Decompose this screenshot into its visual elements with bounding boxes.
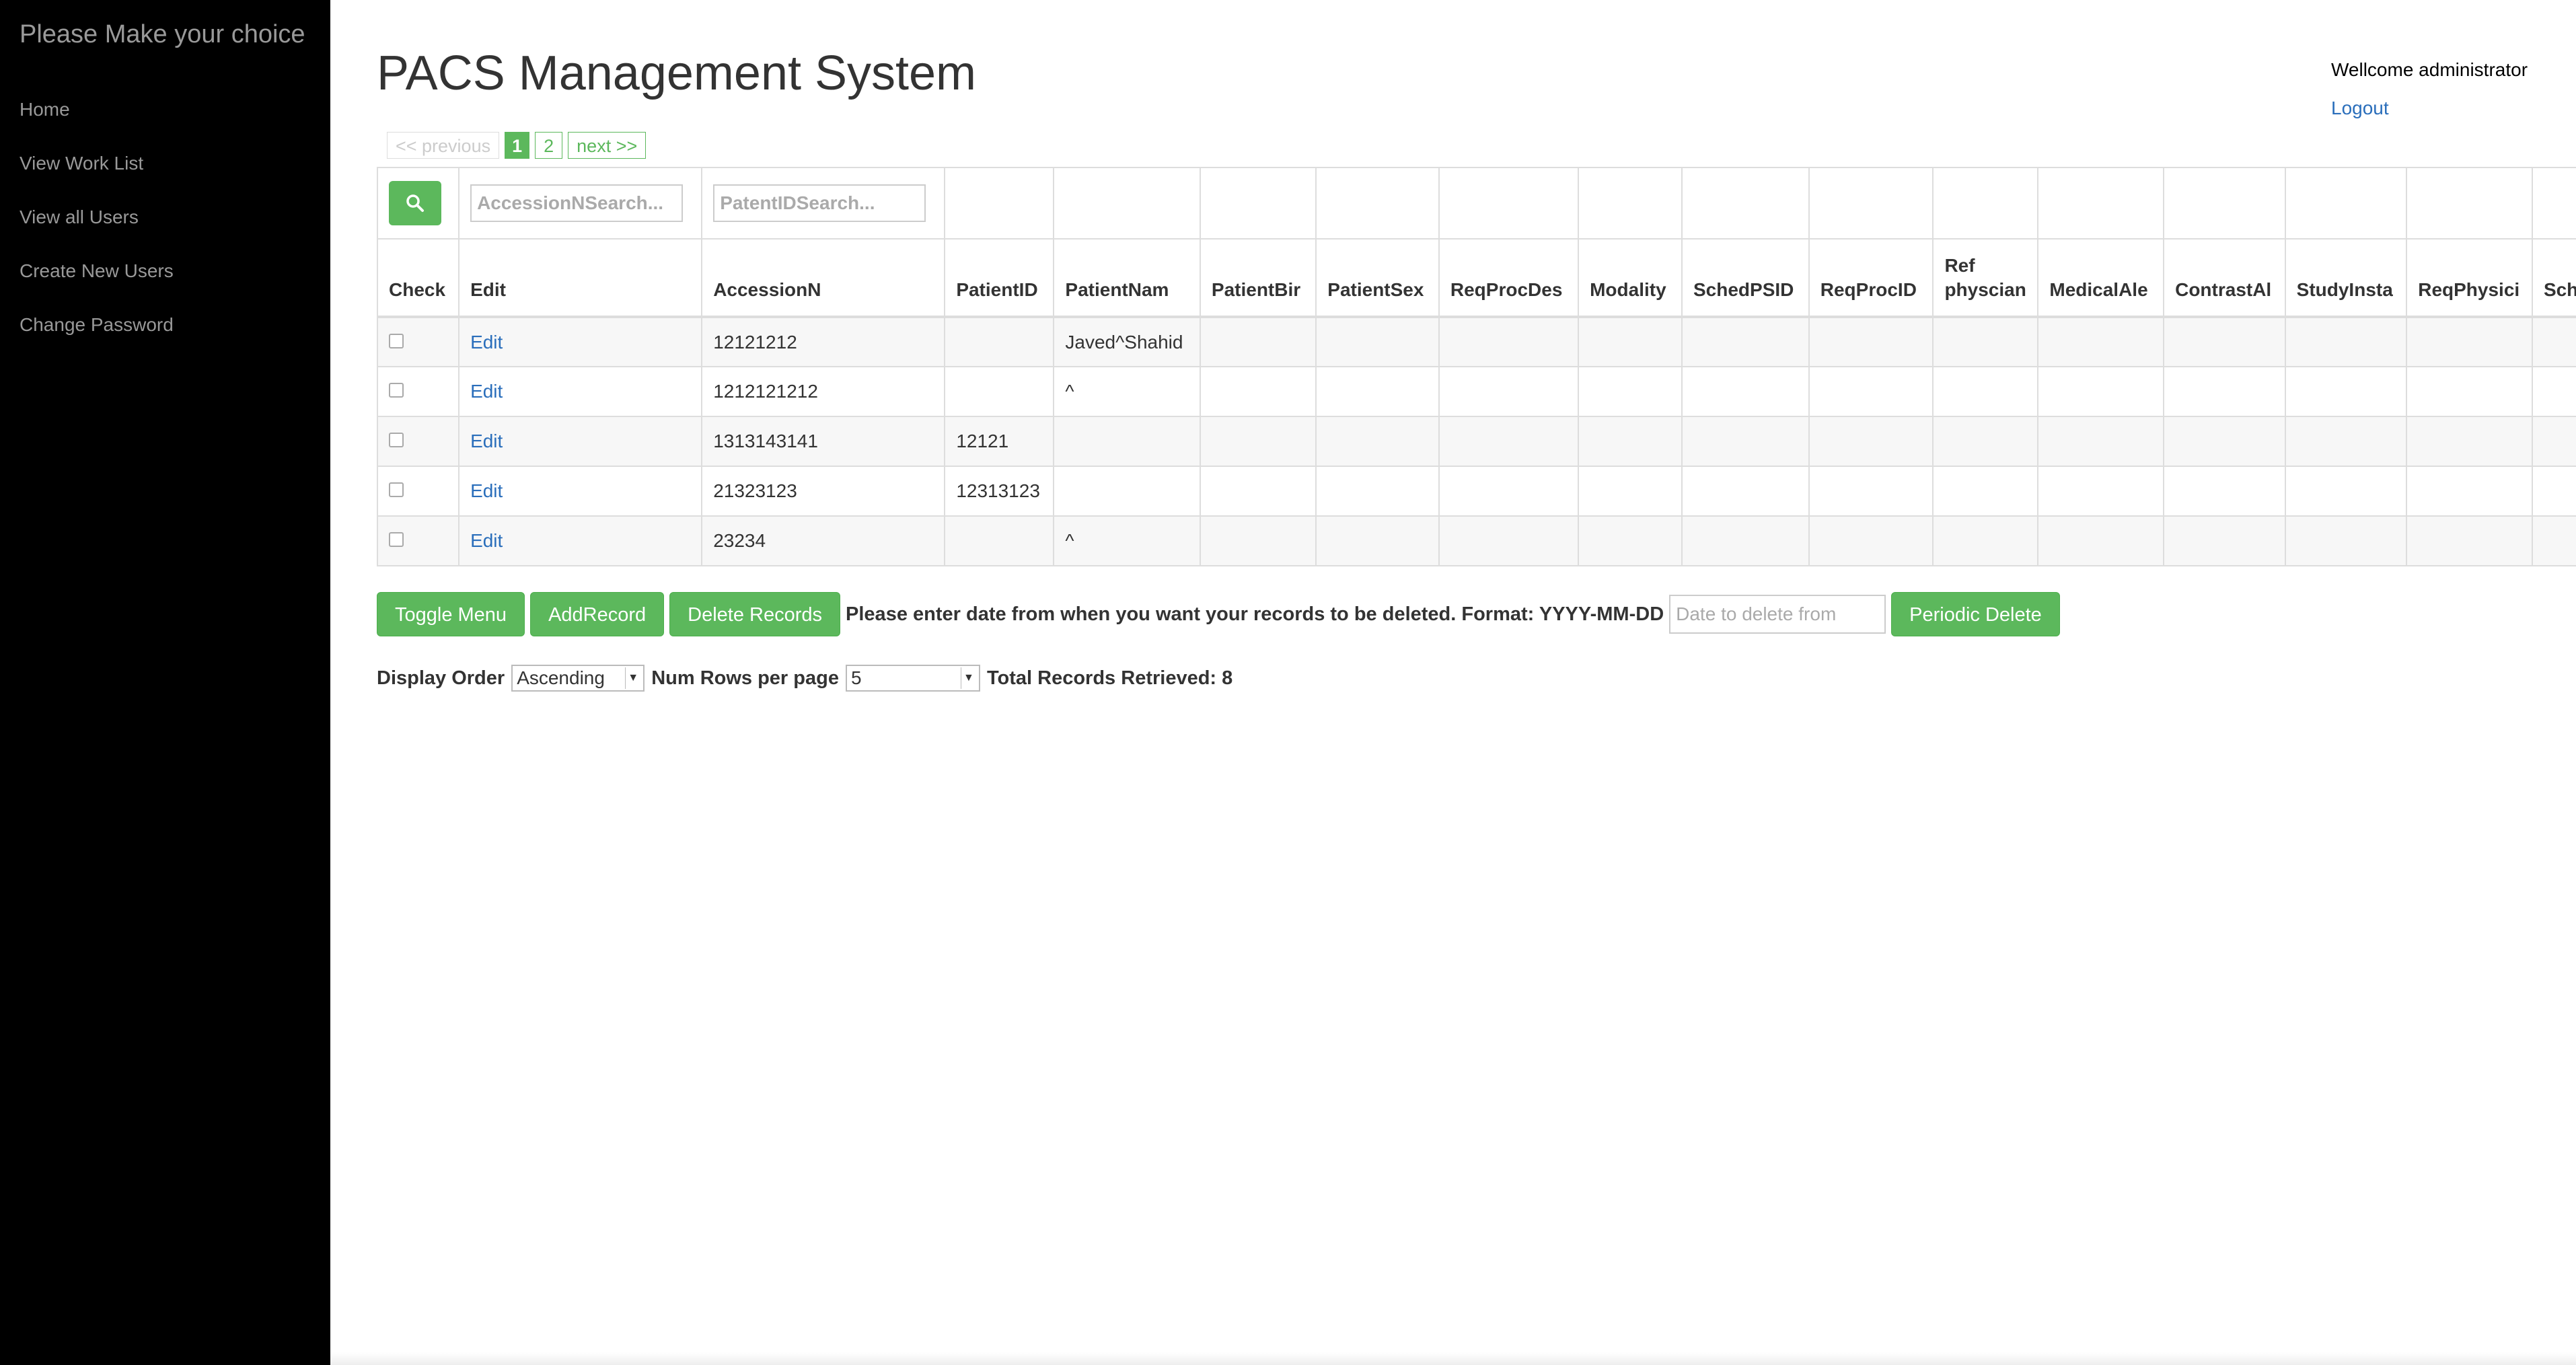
patient-name-cell (1053, 466, 1201, 517)
row-checkbox[interactable] (389, 482, 404, 497)
accession-cell: 1313143141 (701, 416, 946, 467)
patient-name-cell: Javed^Shahid (1053, 316, 1201, 367)
sidebar-item-view-work-list[interactable]: View Work List (20, 148, 174, 202)
horizontal-scrollbar[interactable] (330, 1352, 2576, 1365)
sidebar-menu: Home View Work List View all Users Creat… (20, 94, 174, 363)
patient-id-search-input[interactable] (713, 184, 926, 222)
patient-name-cell: ^ (1053, 515, 1201, 566)
delete-date-input[interactable] (1669, 595, 1886, 634)
row-checkbox[interactable] (389, 383, 404, 398)
column-header: ReqProcID (1808, 238, 1934, 318)
column-header: ContrastAl (2163, 238, 2286, 318)
column-header: Modality (1578, 238, 1683, 318)
pagination-page-1[interactable]: 1 (505, 132, 530, 159)
patient-id-cell (944, 316, 1055, 367)
table-row: Edit 1313143141 12121 (377, 416, 2576, 467)
patient-id-cell: 12313123 (944, 466, 1055, 517)
pagination: << previous 1 2 next >> (387, 132, 647, 160)
sidebar: Please Make your choice Home View Work L… (0, 0, 330, 1365)
pagination-previous: << previous (387, 132, 500, 159)
display-order-value: Ascending (517, 667, 605, 688)
worklist-table: Check Edit AccessionN PatientID PatientN… (377, 167, 2576, 566)
column-header: PatientNam (1053, 238, 1201, 318)
column-header: AccessionN (701, 238, 946, 318)
patient-name-cell (1053, 416, 1201, 467)
edit-link[interactable]: Edit (470, 431, 503, 451)
action-bar: Toggle Menu AddRecord Delete Records Ple… (377, 592, 2065, 636)
patient-id-cell (944, 515, 1055, 566)
table-row: Edit 21323123 12313123 (377, 466, 2576, 517)
row-checkbox[interactable] (389, 532, 404, 547)
search-row (377, 167, 2576, 239)
row-checkbox[interactable] (389, 433, 404, 447)
toggle-menu-button[interactable]: Toggle Menu (377, 592, 525, 636)
display-order-label: Display Order (377, 667, 505, 689)
accession-search-cell (458, 167, 703, 239)
column-header: ReqProcDes (1438, 238, 1580, 318)
chevron-down-icon: ▼ (625, 667, 640, 689)
column-header: MedicalAle (2037, 238, 2165, 318)
pagination-next[interactable]: next >> (568, 132, 647, 159)
row-checkbox[interactable] (389, 333, 404, 348)
worklist-table-container: Check Edit AccessionN PatientID PatientN… (377, 167, 2576, 566)
accession-search-input[interactable] (470, 184, 684, 222)
sidebar-item-create-new-users[interactable]: Create New Users (20, 256, 174, 309)
column-header: PatientID (944, 238, 1055, 318)
delete-records-button[interactable]: Delete Records (669, 592, 841, 636)
sidebar-item-view-all-users[interactable]: View all Users (20, 202, 174, 256)
num-rows-label: Num Rows per page (651, 667, 839, 689)
edit-link[interactable]: Edit (470, 332, 503, 353)
table-row: Edit 12121212 Javed^Shahid (377, 316, 2576, 367)
column-header: StudyInsta (2284, 238, 2408, 318)
welcome-text: Wellcome administrator (2331, 59, 2528, 80)
column-header: Edit (458, 238, 703, 318)
patient-search-cell (701, 167, 946, 239)
num-rows-select[interactable]: 5 ▼ (845, 665, 980, 692)
column-header: PatientSex (1315, 238, 1440, 318)
column-header: Scheduled (2531, 238, 2576, 318)
total-records-text: Total Records Retrieved: 8 (986, 667, 1233, 689)
patient-id-cell (944, 366, 1055, 417)
sidebar-item-home[interactable]: Home (20, 94, 174, 148)
pagination-page-2[interactable]: 2 (535, 132, 563, 159)
accession-cell: 21323123 (701, 466, 946, 517)
search-button-cell (377, 167, 460, 239)
column-header: Check (377, 238, 460, 318)
column-header: ReqPhysici (2406, 238, 2533, 318)
patient-id-cell: 12121 (944, 416, 1055, 467)
page-title: PACS Management System (377, 46, 977, 100)
table-row: Edit 23234 ^ (377, 515, 2576, 566)
column-header: Ref physcian (1932, 238, 2039, 318)
accession-cell: 1212121212 (701, 366, 946, 417)
column-header: SchedPSID (1681, 238, 1810, 318)
chevron-down-icon: ▼ (960, 667, 976, 689)
order-bar: Display Order Ascending ▼ Num Rows per p… (377, 665, 1232, 692)
sidebar-title: Please Make your choice (20, 20, 305, 48)
display-order-select[interactable]: Ascending ▼ (511, 665, 645, 692)
edit-link[interactable]: Edit (470, 530, 503, 551)
sidebar-item-change-password[interactable]: Change Password (20, 309, 174, 363)
add-record-button[interactable]: AddRecord (530, 592, 665, 636)
logout-link[interactable]: Logout (2331, 98, 2389, 119)
periodic-delete-button[interactable]: Periodic Delete (1891, 592, 2060, 636)
accession-cell: 23234 (701, 515, 946, 566)
search-button[interactable] (389, 181, 441, 225)
num-rows-value: 5 (850, 667, 862, 688)
edit-link[interactable]: Edit (470, 381, 503, 402)
table-row: Edit 1212121212 ^ (377, 366, 2576, 417)
edit-link[interactable]: Edit (470, 480, 503, 501)
patient-name-cell: ^ (1053, 366, 1201, 417)
delete-instruction-text: Please enter date from when you want you… (846, 603, 1664, 625)
table-header-row: Check Edit AccessionN PatientID PatientN… (377, 238, 2576, 318)
search-icon (406, 194, 424, 212)
accession-cell: 12121212 (701, 316, 946, 367)
column-header: PatientBir (1199, 238, 1317, 318)
